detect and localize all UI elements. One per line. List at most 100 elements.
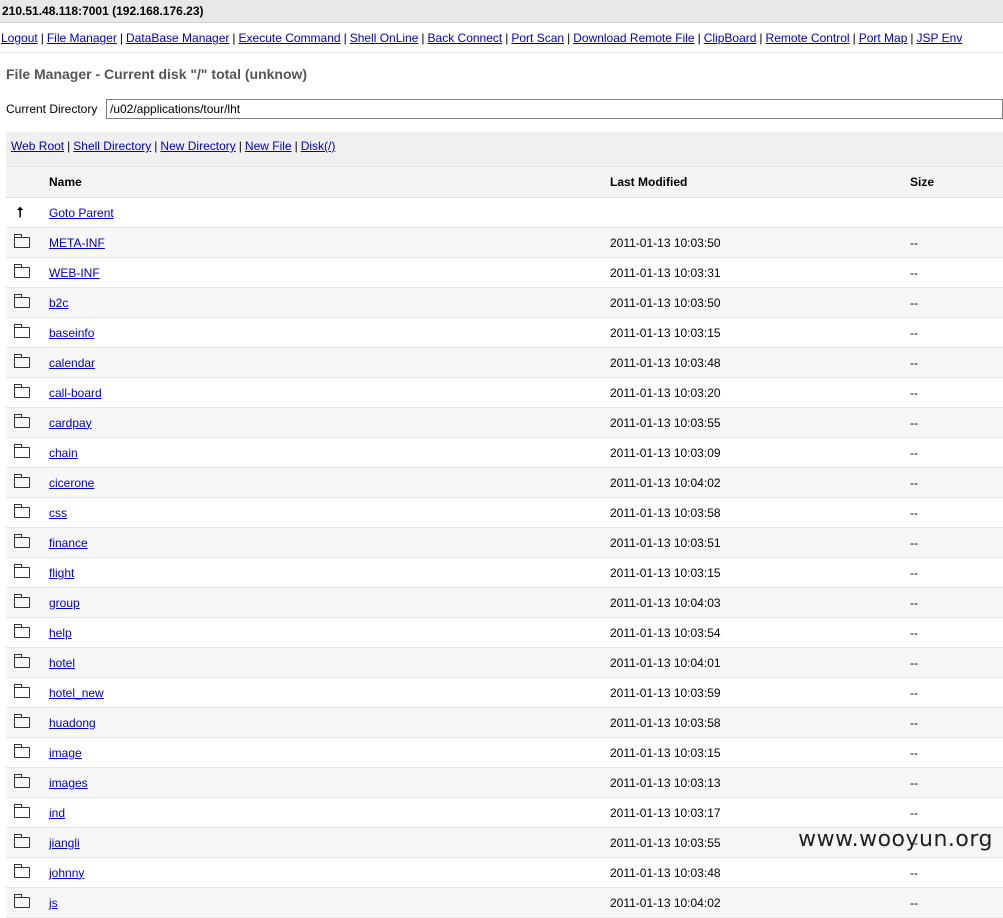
size-cell: -- (909, 317, 1003, 348)
nav-link-database-manager[interactable]: DataBase Manager (126, 31, 229, 45)
folder-icon (14, 293, 30, 308)
table-row: flight 2011-01-13 10:03:15 -- (6, 557, 1003, 588)
nav-link-file-manager[interactable]: File Manager (47, 31, 117, 45)
folder-link[interactable]: hotel_new (49, 686, 104, 700)
last-modified-cell: 2011-01-13 10:03:54 (609, 617, 909, 648)
folder-link[interactable]: baseinfo (49, 326, 94, 340)
parent-row: ⭡ Goto Parent (6, 197, 1003, 228)
folder-link[interactable]: flight (49, 566, 74, 580)
toolbar-link-new-file[interactable]: New File (245, 139, 292, 153)
nav-separator: | (421, 31, 425, 45)
nav-separator: | (910, 31, 914, 45)
size-cell: -- (909, 767, 1003, 798)
folder-link[interactable]: cardpay (49, 416, 92, 430)
folder-icon (14, 563, 30, 578)
table-row: calendar 2011-01-13 10:03:48 -- (6, 347, 1003, 378)
toolbar-link-disk-[interactable]: Disk(/) (301, 139, 336, 153)
last-modified-cell: 2011-01-13 10:03:55 (609, 407, 909, 438)
toolbar-link-web-root[interactable]: Web Root (11, 139, 64, 153)
size-cell: -- (909, 497, 1003, 528)
last-modified-cell: 2011-01-13 10:03:58 (609, 707, 909, 738)
toolbar-separator: | (238, 139, 242, 153)
goto-parent-link[interactable]: Goto Parent (49, 206, 114, 220)
toolbar-separator: | (67, 139, 71, 153)
folder-link[interactable]: jiangli (49, 836, 80, 850)
nav-separator: | (232, 31, 236, 45)
last-modified-cell: 2011-01-13 10:03:13 (609, 767, 909, 798)
folder-icon (14, 473, 30, 488)
nav-link-jsp-env[interactable]: JSP Env (917, 31, 963, 45)
folder-icon (14, 713, 30, 728)
folder-link[interactable]: b2c (49, 296, 68, 310)
nav-separator: | (759, 31, 763, 45)
watermark: www.wooyun.org (798, 827, 993, 852)
last-modified-cell: 2011-01-13 10:04:01 (609, 647, 909, 678)
folder-link[interactable]: huadong (49, 716, 96, 730)
table-row: huadong 2011-01-13 10:03:58 -- (6, 707, 1003, 738)
nav-separator: | (567, 31, 571, 45)
size-cell: -- (909, 467, 1003, 498)
folder-link[interactable]: WEB-INF (49, 266, 100, 280)
folder-link[interactable]: image (49, 746, 82, 760)
folder-link[interactable]: finance (49, 536, 88, 550)
last-modified-cell: 2011-01-13 10:03:15 (609, 557, 909, 588)
folder-link[interactable]: call-board (49, 386, 102, 400)
size-cell: -- (909, 557, 1003, 588)
nav-link-logout[interactable]: Logout (1, 31, 38, 45)
toolbar-separator: | (154, 139, 158, 153)
folder-link[interactable]: calendar (49, 356, 95, 370)
header-size[interactable]: Size (909, 167, 1003, 198)
nav-link-back-connect[interactable]: Back Connect (428, 31, 503, 45)
nav-link-download-remote-file[interactable]: Download Remote File (573, 31, 694, 45)
folder-link[interactable]: group (49, 596, 80, 610)
nav-link-clipboard[interactable]: ClipBoard (704, 31, 757, 45)
folder-link[interactable]: css (49, 506, 67, 520)
nav-link-execute-command[interactable]: Execute Command (239, 31, 341, 45)
size-cell: -- (909, 377, 1003, 408)
folder-link[interactable]: hotel (49, 656, 75, 670)
header-name[interactable]: Name (48, 167, 609, 198)
folder-link[interactable]: META-INF (49, 236, 105, 250)
last-modified-cell: 2011-01-13 10:03:50 (609, 227, 909, 258)
up-arrow-icon[interactable]: ⭡ (17, 204, 24, 220)
header-icon (6, 167, 48, 198)
folder-icon (14, 323, 30, 338)
last-modified-cell: 2011-01-13 10:03:51 (609, 527, 909, 558)
folder-link[interactable]: ind (49, 806, 65, 820)
file-table: Name Last Modified Size ⭡ Goto Parent ME… (6, 167, 1003, 918)
nav-link-port-map[interactable]: Port Map (859, 31, 908, 45)
current-directory-input[interactable] (106, 98, 1003, 119)
folder-icon (14, 263, 30, 278)
size-cell: -- (909, 647, 1003, 678)
toolbar-link-shell-directory[interactable]: Shell Directory (73, 139, 151, 153)
toolbar-link-new-directory[interactable]: New Directory (160, 139, 235, 153)
toolbar-separator: | (294, 139, 298, 153)
folder-icon (14, 773, 30, 788)
size-cell: -- (909, 437, 1003, 468)
table-row: image 2011-01-13 10:03:15 -- (6, 737, 1003, 768)
table-row: johnny 2011-01-13 10:03:48 -- (6, 857, 1003, 888)
folder-link[interactable]: chain (49, 446, 78, 460)
nav-separator: | (852, 31, 856, 45)
folder-link[interactable]: help (49, 626, 72, 640)
folder-link[interactable]: js (49, 896, 58, 910)
nav-separator: | (343, 31, 347, 45)
last-modified-cell: 2011-01-13 10:04:02 (609, 887, 909, 918)
size-cell: -- (909, 707, 1003, 738)
size-cell: -- (909, 227, 1003, 258)
size-cell: -- (909, 587, 1003, 618)
table-row: META-INF 2011-01-13 10:03:50 -- (6, 227, 1003, 258)
nav-link-port-scan[interactable]: Port Scan (511, 31, 564, 45)
nav-link-shell-online[interactable]: Shell OnLine (350, 31, 419, 45)
nav-link-remote-control[interactable]: Remote Control (766, 31, 850, 45)
folder-icon (14, 803, 30, 818)
folder-icon (14, 683, 30, 698)
last-modified-cell: 2011-01-13 10:03:58 (609, 497, 909, 528)
folder-link[interactable]: images (49, 776, 88, 790)
table-row: chain 2011-01-13 10:03:09 -- (6, 437, 1003, 468)
folder-link[interactable]: cicerone (49, 476, 94, 490)
last-modified-cell: 2011-01-13 10:03:48 (609, 857, 909, 888)
folder-icon (14, 443, 30, 458)
nav-separator: | (40, 31, 44, 45)
header-last-modified[interactable]: Last Modified (609, 167, 909, 198)
